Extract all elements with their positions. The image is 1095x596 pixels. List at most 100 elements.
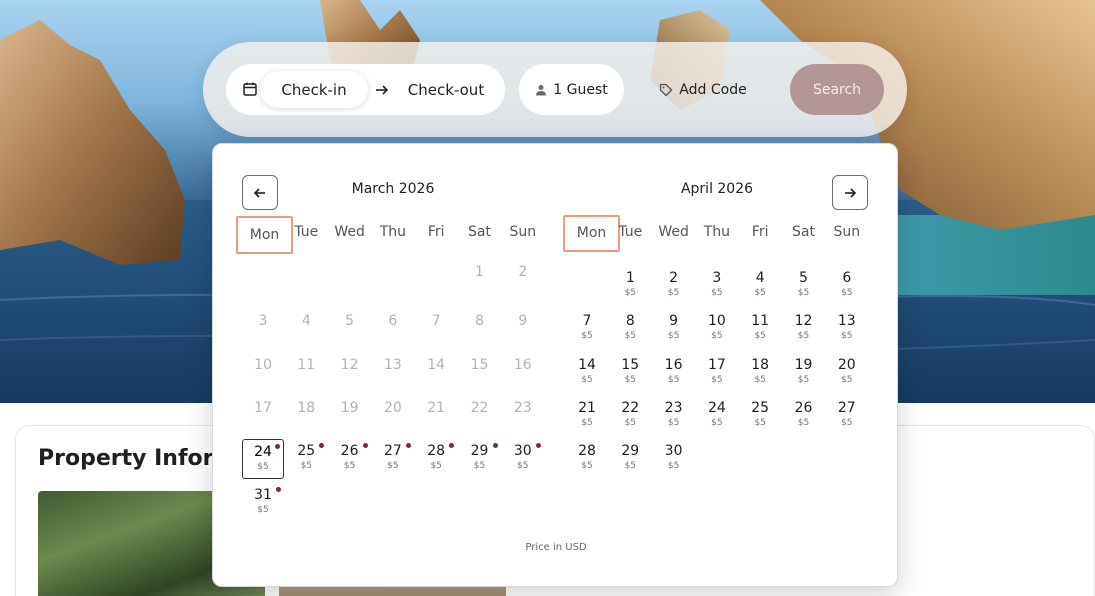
calendar-day[interactable]: 25 $5 xyxy=(285,439,327,479)
day-number: 15 xyxy=(470,356,489,373)
day-price: $5 xyxy=(257,504,269,515)
date-range-selector[interactable]: Check-in Check-out xyxy=(226,64,505,115)
day-number: 5 xyxy=(345,313,355,330)
calendar-day[interactable]: 16 $5 xyxy=(653,353,695,393)
add-code-button[interactable]: Add Code xyxy=(643,64,763,115)
calendar-day[interactable]: 19 $5 xyxy=(783,353,825,393)
calendar-day[interactable]: 7 $5 xyxy=(566,309,608,349)
calendar-day[interactable]: 23 $5 xyxy=(653,396,695,436)
day-number: 24 xyxy=(707,399,726,416)
calendar-day[interactable]: 28 $5 xyxy=(566,439,608,479)
calendar-day[interactable]: 12 $5 xyxy=(783,309,825,349)
calendar-day: 22 xyxy=(459,396,501,436)
day-number: 2 xyxy=(669,270,679,286)
day-number: 27 xyxy=(837,399,856,416)
day-number: 19 xyxy=(340,399,359,416)
availability-dot xyxy=(492,443,498,449)
day-number: 11 xyxy=(297,356,316,373)
day-price: $5 xyxy=(581,374,593,385)
calendar-day[interactable]: 24 $5 xyxy=(242,439,284,480)
availability-dot xyxy=(362,443,368,449)
calendar-day: 15 xyxy=(459,353,501,393)
day-price: $5 xyxy=(711,417,723,428)
day-price: $5 xyxy=(624,417,637,428)
calendar-day[interactable]: 27 $5 xyxy=(372,439,414,479)
day-number: 4 xyxy=(301,313,311,330)
calendar-day[interactable]: 18 $5 xyxy=(739,353,781,393)
guests-selector[interactable]: 1 Guest xyxy=(519,64,624,115)
calendar-day[interactable]: 24 $5 xyxy=(696,396,738,436)
calendar-day[interactable]: 26 $5 xyxy=(783,396,825,436)
day-number: 8 xyxy=(475,313,484,330)
day-price: $5 xyxy=(667,288,680,298)
calendar-day[interactable]: 29 $5 xyxy=(609,439,651,479)
day-number: 23 xyxy=(513,399,532,416)
day-price: $5 xyxy=(711,331,723,342)
calendar-day[interactable]: 10 $5 xyxy=(696,309,738,349)
check-out-button[interactable]: Check-out xyxy=(392,71,500,108)
day-price: $5 xyxy=(343,461,356,472)
calendar-day[interactable]: 27 $5 xyxy=(826,396,868,436)
calendar-day[interactable]: 1 $5 xyxy=(609,266,651,306)
calendar-day[interactable]: 30 $5 xyxy=(502,439,544,479)
arrow-left-icon xyxy=(253,187,265,198)
calendar-day[interactable]: 15 $5 xyxy=(609,353,651,393)
availability-dot xyxy=(276,486,281,492)
calendar-day[interactable]: 9 $5 xyxy=(653,309,695,349)
calendar-day[interactable]: 20 $5 xyxy=(826,353,868,393)
calendar-day[interactable]: 11 $5 xyxy=(739,309,781,349)
weekday-header-fri: Fri xyxy=(751,224,769,240)
calendar-day[interactable]: 22 $5 xyxy=(609,396,651,436)
calendar-day: 11 xyxy=(285,353,327,393)
day-price: $5 xyxy=(517,461,529,472)
calendar-day[interactable]: 14 $5 xyxy=(566,353,608,393)
day-number: 6 xyxy=(842,270,852,286)
day-price: $5 xyxy=(841,288,853,298)
previous-month-button[interactable] xyxy=(242,175,278,210)
day-price: $5 xyxy=(841,331,853,342)
price-currency-note: Price in USD xyxy=(525,542,587,553)
day-number: 10 xyxy=(707,313,726,330)
day-number: 8 xyxy=(625,313,635,330)
calendar-day: 9 xyxy=(502,309,544,349)
calendar-day[interactable]: 8 $5 xyxy=(609,309,651,349)
day-price: $5 xyxy=(754,374,766,385)
calendar-day[interactable]: 2 $5 xyxy=(653,266,695,306)
day-price: $5 xyxy=(257,462,269,473)
day-price: $5 xyxy=(300,461,313,472)
calendar-day[interactable]: 6 $5 xyxy=(826,266,868,306)
calendar-day: 23 xyxy=(502,396,544,436)
day-price: $5 xyxy=(624,374,637,385)
day-number: 28 xyxy=(578,443,596,460)
calendar-day[interactable]: 4 $5 xyxy=(739,266,781,306)
calendar-day: 12 xyxy=(329,353,371,393)
calendar-day[interactable]: 29 $5 xyxy=(459,439,501,479)
day-number: 21 xyxy=(427,399,446,416)
day-price: $5 xyxy=(624,288,637,298)
calendar-day[interactable]: 13 $5 xyxy=(826,309,868,349)
day-number: 7 xyxy=(431,313,441,330)
calendar-day[interactable]: 25 $5 xyxy=(739,396,781,436)
day-number: 15 xyxy=(621,356,640,373)
calendar-day[interactable]: 31 $5 xyxy=(242,483,284,523)
search-button[interactable]: Search xyxy=(790,64,884,115)
weekday-header-wed: Wed xyxy=(658,224,689,240)
day-number: 20 xyxy=(383,399,402,416)
calendar-icon xyxy=(243,82,257,96)
day-price: $5 xyxy=(841,417,853,428)
day-number: 18 xyxy=(297,399,316,416)
day-price: $5 xyxy=(797,374,810,385)
calendar-day[interactable]: 3 $5 xyxy=(696,266,738,306)
calendar-day[interactable]: 5 $5 xyxy=(783,266,825,306)
calendar-day[interactable]: 28 $5 xyxy=(415,439,457,479)
date-picker-popup: March 2026 April 2026 Price in USD Mon Tu… xyxy=(212,143,898,587)
tag-icon xyxy=(660,83,673,96)
calendar-day[interactable]: 26 $5 xyxy=(329,439,371,479)
next-month-button[interactable] xyxy=(832,175,868,210)
day-number: 3 xyxy=(258,313,268,330)
check-in-button[interactable]: Check-in xyxy=(260,71,368,108)
availability-dot xyxy=(535,443,541,449)
calendar-day[interactable]: 21 $5 xyxy=(566,396,608,436)
calendar-day[interactable]: 17 $5 xyxy=(696,353,738,393)
calendar-day[interactable]: 30 $5 xyxy=(653,439,695,479)
